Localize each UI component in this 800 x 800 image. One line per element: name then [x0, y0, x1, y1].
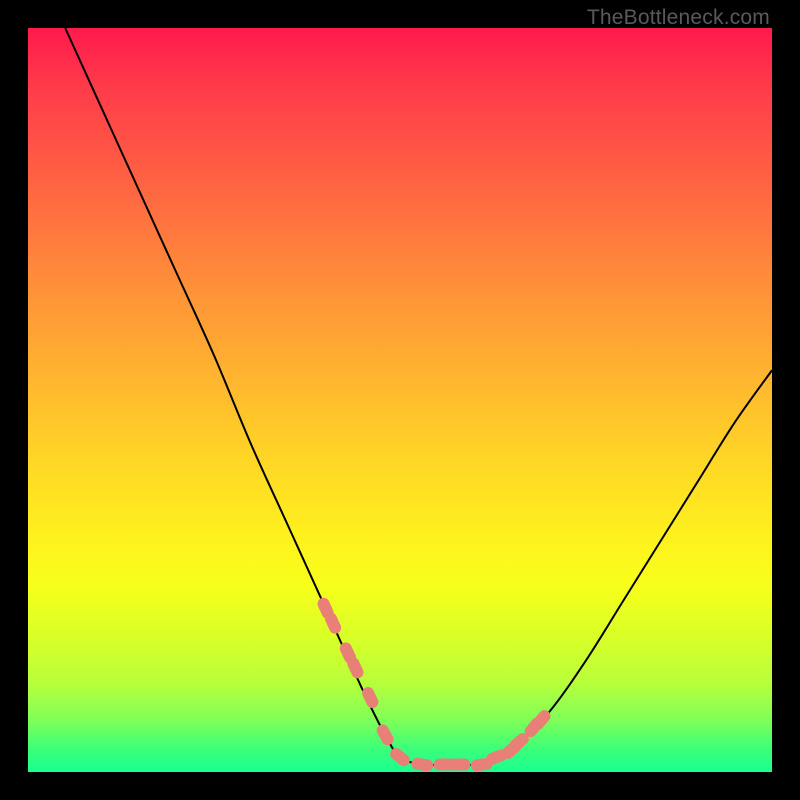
chart-plot-area: [28, 28, 772, 772]
curve-marker: [375, 722, 396, 747]
chart-svg: [28, 28, 772, 772]
marker-group: [316, 596, 553, 772]
curve-marker: [388, 746, 413, 769]
bottleneck-curve: [65, 28, 772, 765]
curve-marker: [410, 757, 434, 772]
watermark-text: TheBottleneck.com: [587, 6, 770, 30]
curve-marker: [449, 759, 471, 771]
